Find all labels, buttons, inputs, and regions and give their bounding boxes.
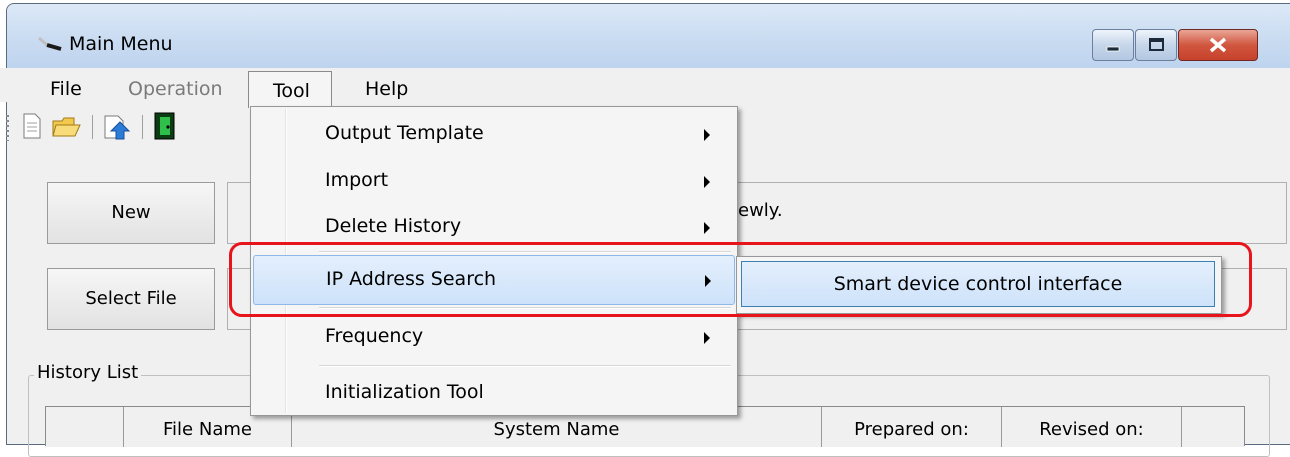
table-header-prepared-on[interactable]: Prepared on: [822,407,1002,447]
maximize-button[interactable] [1135,29,1177,61]
menu-file[interactable]: File [50,78,82,100]
toolbar-separator [142,115,143,139]
select-file-button-label: Select File [85,288,177,309]
submenu-arrow-icon [704,332,710,344]
menu-item-label: Delete History [325,215,462,237]
menu-operation[interactable]: Operation [128,78,223,100]
window-title: Main Menu [69,33,173,55]
close-icon [1209,37,1227,53]
new-button-label: New [111,202,151,223]
table-header-revised-on[interactable]: Revised on: [1002,407,1182,447]
select-file-button[interactable]: Select File [47,268,215,330]
menu-bar: File Operation Help [0,68,1290,102]
new-description-text: ewly. [738,200,783,221]
open-folder-icon[interactable] [52,115,82,139]
menu-item-label: Import [325,169,389,191]
highlight-callout [229,242,1252,317]
minimize-icon [1106,46,1120,52]
maximize-icon [1149,38,1164,51]
menu-item-label: Initialization Tool [325,381,484,403]
menu-item-label: Frequency [325,325,424,347]
table-header-select[interactable] [46,407,124,447]
toolbar-grip[interactable] [6,115,9,141]
history-list-label: History List [34,362,142,383]
close-button[interactable] [1178,29,1258,61]
minimize-button[interactable] [1092,29,1134,61]
menu-item-import[interactable]: Import [253,157,735,207]
title-bar[interactable]: Main Menu [7,4,1290,72]
submenu-arrow-icon [704,129,710,141]
menu-item-output-template[interactable]: Output Template [253,110,735,160]
table-header-extra[interactable] [1182,407,1244,447]
new-document-icon[interactable] [22,113,42,139]
upload-icon[interactable] [102,112,132,140]
submenu-arrow-icon [704,222,710,234]
submenu-arrow-icon [704,176,710,188]
menu-help[interactable]: Help [365,78,408,100]
menu-item-frequency[interactable]: Frequency [253,313,735,363]
menu-tool-label: Tool [273,80,310,102]
exit-icon[interactable] [154,112,176,140]
menu-item-label: Output Template [325,122,484,144]
tool-icon [38,36,62,51]
menu-separator [319,365,731,366]
menu-item-initialization-tool[interactable]: Initialization Tool [253,369,735,419]
toolbar-separator [92,115,93,139]
new-button[interactable]: New [47,182,215,244]
menu-tool[interactable]: Tool [248,71,332,108]
